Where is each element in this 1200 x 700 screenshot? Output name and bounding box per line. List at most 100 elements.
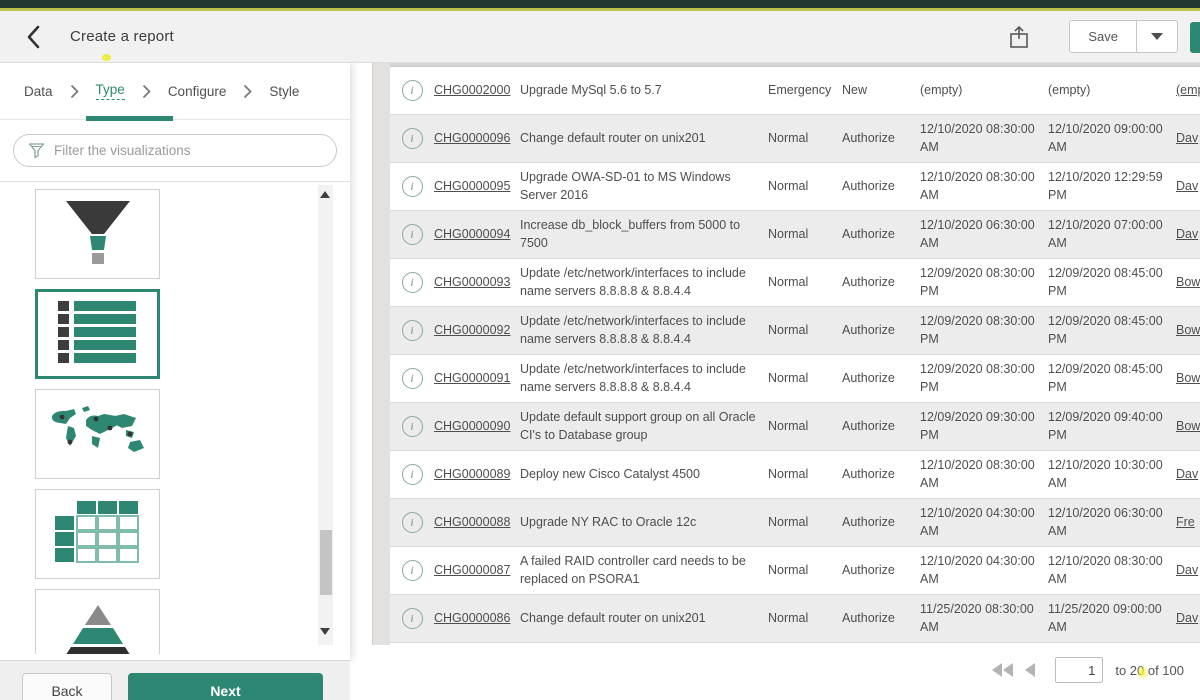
planned-end-date: 12/09/2020 08:45:00 PM: [1048, 313, 1176, 348]
table-row: i CHG0000091 Update /etc/network/interfa…: [390, 355, 1200, 403]
short-description: Deploy new Cisco Catalyst 4500: [520, 466, 768, 483]
assignee-link[interactable]: Bow: [1176, 419, 1200, 433]
scroll-up-icon[interactable]: [320, 191, 330, 198]
viz-type-funnel[interactable]: [35, 189, 160, 279]
assignee-link[interactable]: Dav: [1176, 467, 1198, 481]
chevron-right-icon: [142, 84, 151, 99]
change-number-link[interactable]: CHG0000090: [434, 419, 510, 433]
world-map-chart-icon: [46, 404, 150, 465]
info-icon[interactable]: i: [402, 320, 423, 341]
planned-start-date: 12/09/2020 08:30:00 PM: [920, 313, 1048, 348]
viz-type-world-map[interactable]: [35, 389, 160, 479]
change-number-link[interactable]: CHG0000088: [434, 515, 510, 529]
change-number-link[interactable]: CHG0000095: [434, 179, 510, 193]
share-icon[interactable]: [1007, 24, 1031, 50]
chevron-down-icon: [1151, 33, 1163, 40]
planned-end-date: 12/10/2020 09:00:00 AM: [1048, 121, 1176, 156]
assignee-link[interactable]: Dav: [1176, 227, 1198, 241]
pyramid-chart-icon: [56, 601, 140, 655]
table-row: i CHG0002000 Upgrade MySql 5.6 to 5.7 Em…: [390, 67, 1200, 115]
list-chart-icon: [58, 301, 138, 368]
filter-visualizations-input[interactable]: [13, 134, 337, 167]
assignee-link[interactable]: Bow: [1176, 371, 1200, 385]
assignee-link[interactable]: Dav: [1176, 179, 1198, 193]
state-value: New: [842, 82, 920, 99]
assignee-link[interactable]: Dav: [1176, 563, 1198, 577]
viz-scrollbar[interactable]: [318, 185, 333, 645]
page-number-input[interactable]: [1055, 657, 1103, 683]
planned-end-date: 12/10/2020 08:30:00 AM: [1048, 553, 1176, 588]
short-description: Upgrade NY RAC to Oracle 12c: [520, 514, 768, 531]
change-number-link[interactable]: CHG0000086: [434, 611, 510, 625]
next-button[interactable]: Next: [128, 673, 323, 700]
priority-value: Normal: [768, 514, 842, 531]
assignee-link[interactable]: Dav: [1176, 131, 1198, 145]
change-number-link[interactable]: CHG0000089: [434, 467, 510, 481]
info-icon[interactable]: i: [402, 512, 423, 533]
change-number-link[interactable]: CHG0000091: [434, 371, 510, 385]
change-number-link[interactable]: CHG0000096: [434, 131, 510, 145]
table-row: i CHG0000089 Deploy new Cisco Catalyst 4…: [390, 451, 1200, 499]
step-tab-configure[interactable]: Configure: [168, 84, 227, 99]
info-icon[interactable]: i: [402, 560, 423, 581]
chevron-right-icon: [70, 84, 79, 99]
accent-strip: [0, 8, 1200, 11]
scrollbar-thumb[interactable]: [320, 530, 332, 595]
priority-value: Normal: [768, 610, 842, 627]
save-button[interactable]: Save: [1069, 20, 1136, 53]
state-value: Authorize: [842, 130, 920, 147]
change-request-table: i CHG0002000 Upgrade MySql 5.6 to 5.7 Em…: [390, 63, 1200, 643]
scroll-down-icon[interactable]: [320, 628, 330, 635]
assignee-link[interactable]: Fre: [1176, 515, 1195, 529]
wizard-footer: Back Next: [0, 660, 350, 700]
first-page-icon[interactable]: [992, 663, 1013, 677]
priority-value: Normal: [768, 466, 842, 483]
save-dropdown-button[interactable]: [1136, 20, 1178, 53]
back-chevron-button[interactable]: [26, 25, 44, 49]
step-tab-style[interactable]: Style: [269, 84, 299, 99]
step-tab-type[interactable]: Type: [96, 82, 125, 100]
assignee-link[interactable]: (empty): [1176, 83, 1200, 97]
viz-type-heatmap-table[interactable]: [35, 489, 160, 579]
primary-action-button-partial[interactable]: [1190, 22, 1200, 53]
priority-value: Emergency: [768, 82, 842, 99]
info-icon[interactable]: i: [402, 224, 423, 245]
info-icon[interactable]: i: [402, 416, 423, 437]
back-button[interactable]: Back: [22, 673, 112, 700]
page-header: Create a report Save: [0, 11, 1200, 63]
priority-value: Normal: [768, 418, 842, 435]
change-number-link[interactable]: CHG0000093: [434, 275, 510, 289]
priority-value: Normal: [768, 130, 842, 147]
assignee-link[interactable]: Bow: [1176, 275, 1200, 289]
info-icon[interactable]: i: [402, 128, 423, 149]
change-number-link[interactable]: CHG0000092: [434, 323, 510, 337]
viz-type-pyramid[interactable]: [35, 589, 160, 654]
short-description: Change default router on unix201: [520, 130, 768, 147]
funnel-chart-icon: [58, 197, 138, 272]
change-number-link[interactable]: CHG0002000: [434, 83, 510, 97]
planned-start-date: 11/25/2020 08:30:00 AM: [920, 601, 1048, 636]
info-icon[interactable]: i: [402, 464, 423, 485]
panel-splitter[interactable]: [372, 63, 390, 645]
assignee-link[interactable]: Dav: [1176, 611, 1198, 625]
change-number-link[interactable]: CHG0000094: [434, 227, 510, 241]
info-icon[interactable]: i: [402, 176, 423, 197]
state-value: Authorize: [842, 610, 920, 627]
planned-end-date: 11/25/2020 09:00:00 AM: [1048, 601, 1176, 636]
planned-end-date: 12/09/2020 08:45:00 PM: [1048, 265, 1176, 300]
visualization-list: [0, 181, 350, 654]
info-icon[interactable]: i: [402, 368, 423, 389]
state-value: Authorize: [842, 418, 920, 435]
step-tab-data[interactable]: Data: [24, 84, 53, 99]
info-icon[interactable]: i: [402, 272, 423, 293]
assignee-link[interactable]: Bow: [1176, 323, 1200, 337]
planned-start-date: 12/10/2020 08:30:00 AM: [920, 457, 1048, 492]
viz-type-list[interactable]: [35, 289, 160, 379]
change-number-link[interactable]: CHG0000087: [434, 563, 510, 577]
info-icon[interactable]: i: [402, 608, 423, 629]
active-step-indicator: [86, 116, 173, 121]
table-row: i CHG0000095 Upgrade OWA-SD-01 to MS Win…: [390, 163, 1200, 211]
info-icon[interactable]: i: [402, 80, 423, 101]
previous-page-icon[interactable]: [1025, 663, 1035, 677]
heatmap-table-chart-icon: [55, 501, 141, 568]
